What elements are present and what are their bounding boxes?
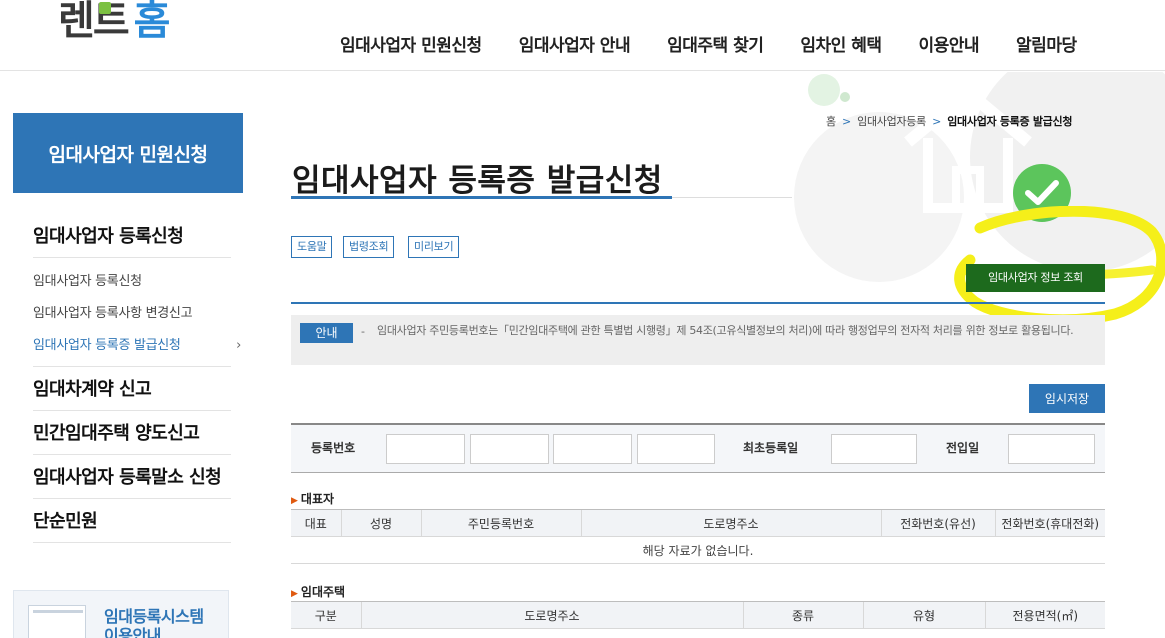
chevron-right-icon: › xyxy=(236,338,241,353)
notice-bullet: - xyxy=(361,325,365,338)
sidebar-item-registration[interactable]: 임대사업자 등록신청 xyxy=(33,214,231,258)
nav-item-notice-board[interactable]: 알림마당 xyxy=(1016,31,1077,56)
breadcrumb-separator: > xyxy=(932,115,942,128)
temp-save-button[interactable]: 임시저장 xyxy=(1029,384,1105,413)
system-guide-banner[interactable]: 임대등록시스템 이용안내 xyxy=(13,590,229,638)
title-underline xyxy=(291,196,672,199)
deco-circle xyxy=(970,72,1165,272)
representative-title-text: 대표자 xyxy=(300,492,335,506)
first-reg-date-label: 최초등록일 xyxy=(743,441,799,455)
column-header: 도로명주소 xyxy=(580,509,881,537)
reg-no-input-4[interactable] xyxy=(637,434,715,464)
column-header: 대표 xyxy=(291,509,341,537)
table-row: 해당 자료가 없습니다. xyxy=(291,536,1105,564)
reg-no-input-1[interactable] xyxy=(386,434,465,464)
main-nav: 임대사업자 민원신청 임대사업자 안내 임대주택 찾기 임차인 혜택 이용안내 … xyxy=(340,31,1077,56)
sidebar-subitem-certificate[interactable]: 임대사업자 등록증 발급신청 › xyxy=(33,330,241,362)
column-header: 주민등록번호 xyxy=(420,509,581,537)
column-header: 유형 xyxy=(862,601,985,629)
section-divider xyxy=(291,302,1105,304)
notice-box: 안내 - 임대사업자 주민등록번호는「민간임대주택에 관한 특별법 시행령」제 … xyxy=(291,315,1105,365)
banner-line-1: 임대등록시스템 xyxy=(104,607,204,626)
empty-message: 해당 자료가 없습니다. xyxy=(291,536,1105,564)
breadcrumb-separator: > xyxy=(842,115,851,128)
sidebar-item-deregistration[interactable]: 임대사업자 등록말소 신청 xyxy=(33,455,231,499)
logo-part-1: 렌 xyxy=(58,0,95,44)
banner-line-2: 이용안내 xyxy=(104,626,161,638)
representative-table: 대표 성명 주민등록번호 도로명주소 전화번호(유선) 전화번호(휴대전화) 해… xyxy=(291,509,1105,564)
decorative-background xyxy=(780,72,1165,332)
check-icon xyxy=(1013,164,1071,222)
breadcrumb-current: 임대사업자 등록증 발급신청 xyxy=(947,115,1073,128)
representative-section-title: ▶ 대표자 xyxy=(291,490,334,507)
sidebar-submenu: 임대사업자 등록신청 임대사업자 등록사항 변경신고 임대사업자 등록증 발급신… xyxy=(33,258,241,367)
sidebar-item-simple-petition[interactable]: 단순민원 xyxy=(33,499,231,543)
rental-house-table: 구분 도로명주소 종류 유형 전용면적(㎡) xyxy=(291,601,1105,629)
rental-house-title-text: 임대주택 xyxy=(300,585,346,599)
preview-button[interactable]: 미리보기 xyxy=(408,236,460,258)
logo[interactable]: 렌 트 홈 xyxy=(58,0,171,46)
document-icon xyxy=(28,605,86,638)
nav-item-landlord-guide[interactable]: 임대사업자 안내 xyxy=(519,31,631,56)
house-icon xyxy=(904,86,1032,213)
column-header: 전화번호(유선) xyxy=(880,509,995,537)
nav-item-landlord-application[interactable]: 임대사업자 민원신청 xyxy=(340,31,482,56)
rental-house-section-title: ▶ 임대주택 xyxy=(291,583,345,600)
sidebar-subitem-label: 임대사업자 등록증 발급신청 xyxy=(33,338,181,353)
column-header: 도로명주소 xyxy=(360,601,743,629)
column-header: 종류 xyxy=(742,601,863,629)
deco-circle xyxy=(840,92,850,102)
breadcrumb-home[interactable]: 홈 xyxy=(826,115,836,128)
reg-no-input-3[interactable] xyxy=(553,434,632,464)
sidebar-subitem-change-report[interactable]: 임대사업자 등록사항 변경신고 xyxy=(33,298,231,330)
triangle-bullet-icon: ▶ xyxy=(291,496,298,506)
triangle-bullet-icon: ▶ xyxy=(291,589,298,599)
landlord-info-lookup-button[interactable]: 임대사업자 정보 조회 xyxy=(966,264,1105,292)
law-lookup-button[interactable]: 법령조회 xyxy=(343,236,395,258)
reg-no-input-2[interactable] xyxy=(470,434,549,464)
help-button[interactable]: 도움말 xyxy=(291,236,333,258)
notice-tag: 안내 xyxy=(300,323,353,343)
banner-text: 임대등록시스템 이용안내 xyxy=(104,607,204,638)
sidebar-subitem-registration[interactable]: 임대사업자 등록신청 xyxy=(33,266,231,298)
sidebar-menu: 임대사업자 등록신청 임대사업자 등록신청 임대사업자 등록사항 변경신고 임대… xyxy=(33,214,241,543)
reg-no-label: 등록번호 xyxy=(311,441,356,455)
header: 렌 트 홈 임대사업자 민원신청 임대사업자 안내 임대주택 찾기 임차인 혜택… xyxy=(0,0,1165,71)
logo-part-3: 홈 xyxy=(133,0,171,44)
nav-item-tenant-benefits[interactable]: 임차인 혜택 xyxy=(800,31,882,56)
logo-part-2: 트 xyxy=(93,0,130,46)
column-header: 전화번호(휴대전화) xyxy=(994,509,1105,537)
sidebar-title: 임대사업자 민원신청 xyxy=(13,113,243,193)
title-divider xyxy=(672,197,792,198)
column-header: 구분 xyxy=(291,601,361,629)
breadcrumb-level-1[interactable]: 임대사업자등록 xyxy=(857,115,926,128)
column-header: 성명 xyxy=(340,509,421,537)
notice-text: 임대사업자 주민등록번호는「민간임대주택에 관한 특별법 시행령」제 54조(고… xyxy=(377,324,1074,337)
column-header: 전용면적(㎡) xyxy=(984,601,1105,629)
registration-info-row: 등록번호 최초등록일 전입일 xyxy=(291,423,1105,473)
deco-circle xyxy=(794,112,964,282)
sidebar-item-transfer-report[interactable]: 민간임대주택 양도신고 xyxy=(33,411,231,455)
breadcrumb: 홈 > 임대사업자등록 > 임대사업자 등록증 발급신청 xyxy=(826,113,1072,129)
nav-item-usage-guide[interactable]: 이용안내 xyxy=(918,31,979,56)
first-reg-date-input[interactable] xyxy=(831,434,917,464)
transfer-date-label: 전입일 xyxy=(946,441,980,455)
deco-circle xyxy=(808,74,840,106)
transfer-date-input[interactable] xyxy=(1008,434,1095,464)
sidebar-item-lease-report[interactable]: 임대차계약 신고 xyxy=(33,367,231,411)
nav-item-find-rental[interactable]: 임대주택 찾기 xyxy=(667,31,764,56)
